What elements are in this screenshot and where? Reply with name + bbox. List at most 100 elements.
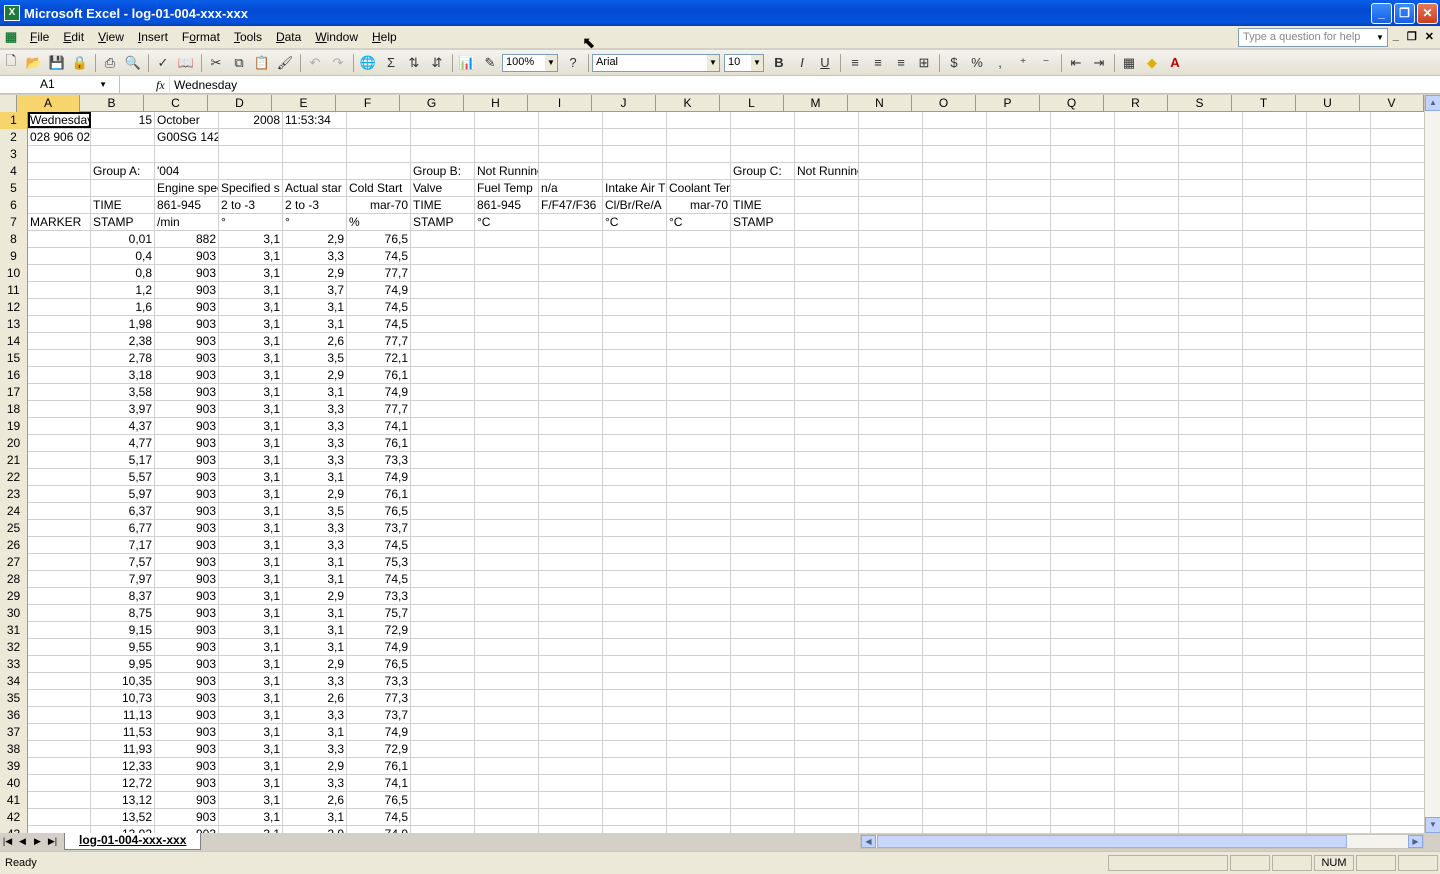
cell-a19[interactable]: [28, 418, 91, 434]
cell-o31[interactable]: [923, 622, 987, 638]
cell-u29[interactable]: [1307, 588, 1371, 604]
cell-i18[interactable]: [539, 401, 603, 417]
menu-data[interactable]: Data: [269, 30, 308, 44]
cell-m9[interactable]: [795, 248, 859, 264]
cell-c18[interactable]: 903: [155, 401, 219, 417]
cell-p26[interactable]: [987, 537, 1051, 553]
cell-d1[interactable]: 2008: [219, 112, 283, 128]
cell-f35[interactable]: 77,3: [347, 690, 411, 706]
cell-b29[interactable]: 8,37: [91, 588, 155, 604]
cell-t5[interactable]: [1243, 180, 1307, 196]
cell-u20[interactable]: [1307, 435, 1371, 451]
cell-s11[interactable]: [1179, 282, 1243, 298]
column-header-n[interactable]: N: [848, 95, 912, 112]
row-header[interactable]: 23: [0, 486, 28, 503]
cell-b15[interactable]: 2,78: [91, 350, 155, 366]
cell-e12[interactable]: 3,1: [283, 299, 347, 315]
cell-g15[interactable]: [411, 350, 475, 366]
cell-c14[interactable]: 903: [155, 333, 219, 349]
cell-d15[interactable]: 3,1: [219, 350, 283, 366]
cell-a17[interactable]: [28, 384, 91, 400]
cell-t33[interactable]: [1243, 656, 1307, 672]
cell-o43[interactable]: [923, 826, 987, 833]
cell-g22[interactable]: [411, 469, 475, 485]
cell-d40[interactable]: 3,1: [219, 775, 283, 791]
cell-n9[interactable]: [859, 248, 923, 264]
cell-u37[interactable]: [1307, 724, 1371, 740]
cell-u3[interactable]: [1307, 146, 1371, 162]
cell-e18[interactable]: 3,3: [283, 401, 347, 417]
cell-u24[interactable]: [1307, 503, 1371, 519]
cell-m14[interactable]: [795, 333, 859, 349]
cell-s36[interactable]: [1179, 707, 1243, 723]
cell-q3[interactable]: [1051, 146, 1115, 162]
cell-e17[interactable]: 3,1: [283, 384, 347, 400]
cell-i10[interactable]: [539, 265, 603, 281]
cell-k12[interactable]: [667, 299, 731, 315]
format-painter-icon[interactable]: 🖌: [274, 52, 296, 74]
cell-j25[interactable]: [603, 520, 667, 536]
cell-g31[interactable]: [411, 622, 475, 638]
cell-a4[interactable]: [28, 163, 91, 179]
cell-m13[interactable]: [795, 316, 859, 332]
cell-a33[interactable]: [28, 656, 91, 672]
cell-g18[interactable]: [411, 401, 475, 417]
cell-j43[interactable]: [603, 826, 667, 833]
cell-p6[interactable]: [987, 197, 1051, 213]
cell-k15[interactable]: [667, 350, 731, 366]
cell-m28[interactable]: [795, 571, 859, 587]
cell-s39[interactable]: [1179, 758, 1243, 774]
cell-o2[interactable]: [923, 129, 987, 145]
cell-d18[interactable]: 3,1: [219, 401, 283, 417]
cell-t35[interactable]: [1243, 690, 1307, 706]
cell-r39[interactable]: [1115, 758, 1179, 774]
cell-t6[interactable]: [1243, 197, 1307, 213]
row-header[interactable]: 31: [0, 622, 28, 639]
cell-r35[interactable]: [1115, 690, 1179, 706]
cell-r14[interactable]: [1115, 333, 1179, 349]
column-header-f[interactable]: F: [336, 95, 400, 112]
cell-p34[interactable]: [987, 673, 1051, 689]
scroll-left-icon[interactable]: ◀: [861, 835, 876, 848]
cell-s41[interactable]: [1179, 792, 1243, 808]
cell-v17[interactable]: [1371, 384, 1424, 400]
cell-u8[interactable]: [1307, 231, 1371, 247]
cell-o30[interactable]: [923, 605, 987, 621]
cell-l32[interactable]: [731, 639, 795, 655]
cell-n35[interactable]: [859, 690, 923, 706]
cell-m31[interactable]: [795, 622, 859, 638]
cell-t4[interactable]: [1243, 163, 1307, 179]
cell-g34[interactable]: [411, 673, 475, 689]
cell-i1[interactable]: [539, 112, 603, 128]
menu-view[interactable]: View: [91, 30, 131, 44]
cell-l34[interactable]: [731, 673, 795, 689]
cell-s43[interactable]: [1179, 826, 1243, 833]
formula-input[interactable]: Wednesday: [170, 78, 237, 92]
cell-j18[interactable]: [603, 401, 667, 417]
cell-a40[interactable]: [28, 775, 91, 791]
cell-u9[interactable]: [1307, 248, 1371, 264]
cell-v4[interactable]: [1371, 163, 1424, 179]
cell-b13[interactable]: 1,98: [91, 316, 155, 332]
cell-e14[interactable]: 2,6: [283, 333, 347, 349]
cell-l31[interactable]: [731, 622, 795, 638]
cell-e42[interactable]: 3,1: [283, 809, 347, 825]
cell-s3[interactable]: [1179, 146, 1243, 162]
borders-icon[interactable]: ▦: [1118, 52, 1140, 74]
row-header[interactable]: 33: [0, 656, 28, 673]
cell-a20[interactable]: [28, 435, 91, 451]
cell-i14[interactable]: [539, 333, 603, 349]
cell-j5[interactable]: Intake Air T: [603, 180, 667, 196]
cell-o9[interactable]: [923, 248, 987, 264]
cell-j37[interactable]: [603, 724, 667, 740]
row-header[interactable]: 7: [0, 214, 28, 231]
cell-o29[interactable]: [923, 588, 987, 604]
cell-t29[interactable]: [1243, 588, 1307, 604]
cell-a2[interactable]: 028 906 021 GH: [28, 129, 91, 145]
cell-j3[interactable]: [603, 146, 667, 162]
row-header[interactable]: 40: [0, 775, 28, 792]
cell-r31[interactable]: [1115, 622, 1179, 638]
cell-m2[interactable]: [795, 129, 859, 145]
cell-e19[interactable]: 3,3: [283, 418, 347, 434]
cell-n10[interactable]: [859, 265, 923, 281]
